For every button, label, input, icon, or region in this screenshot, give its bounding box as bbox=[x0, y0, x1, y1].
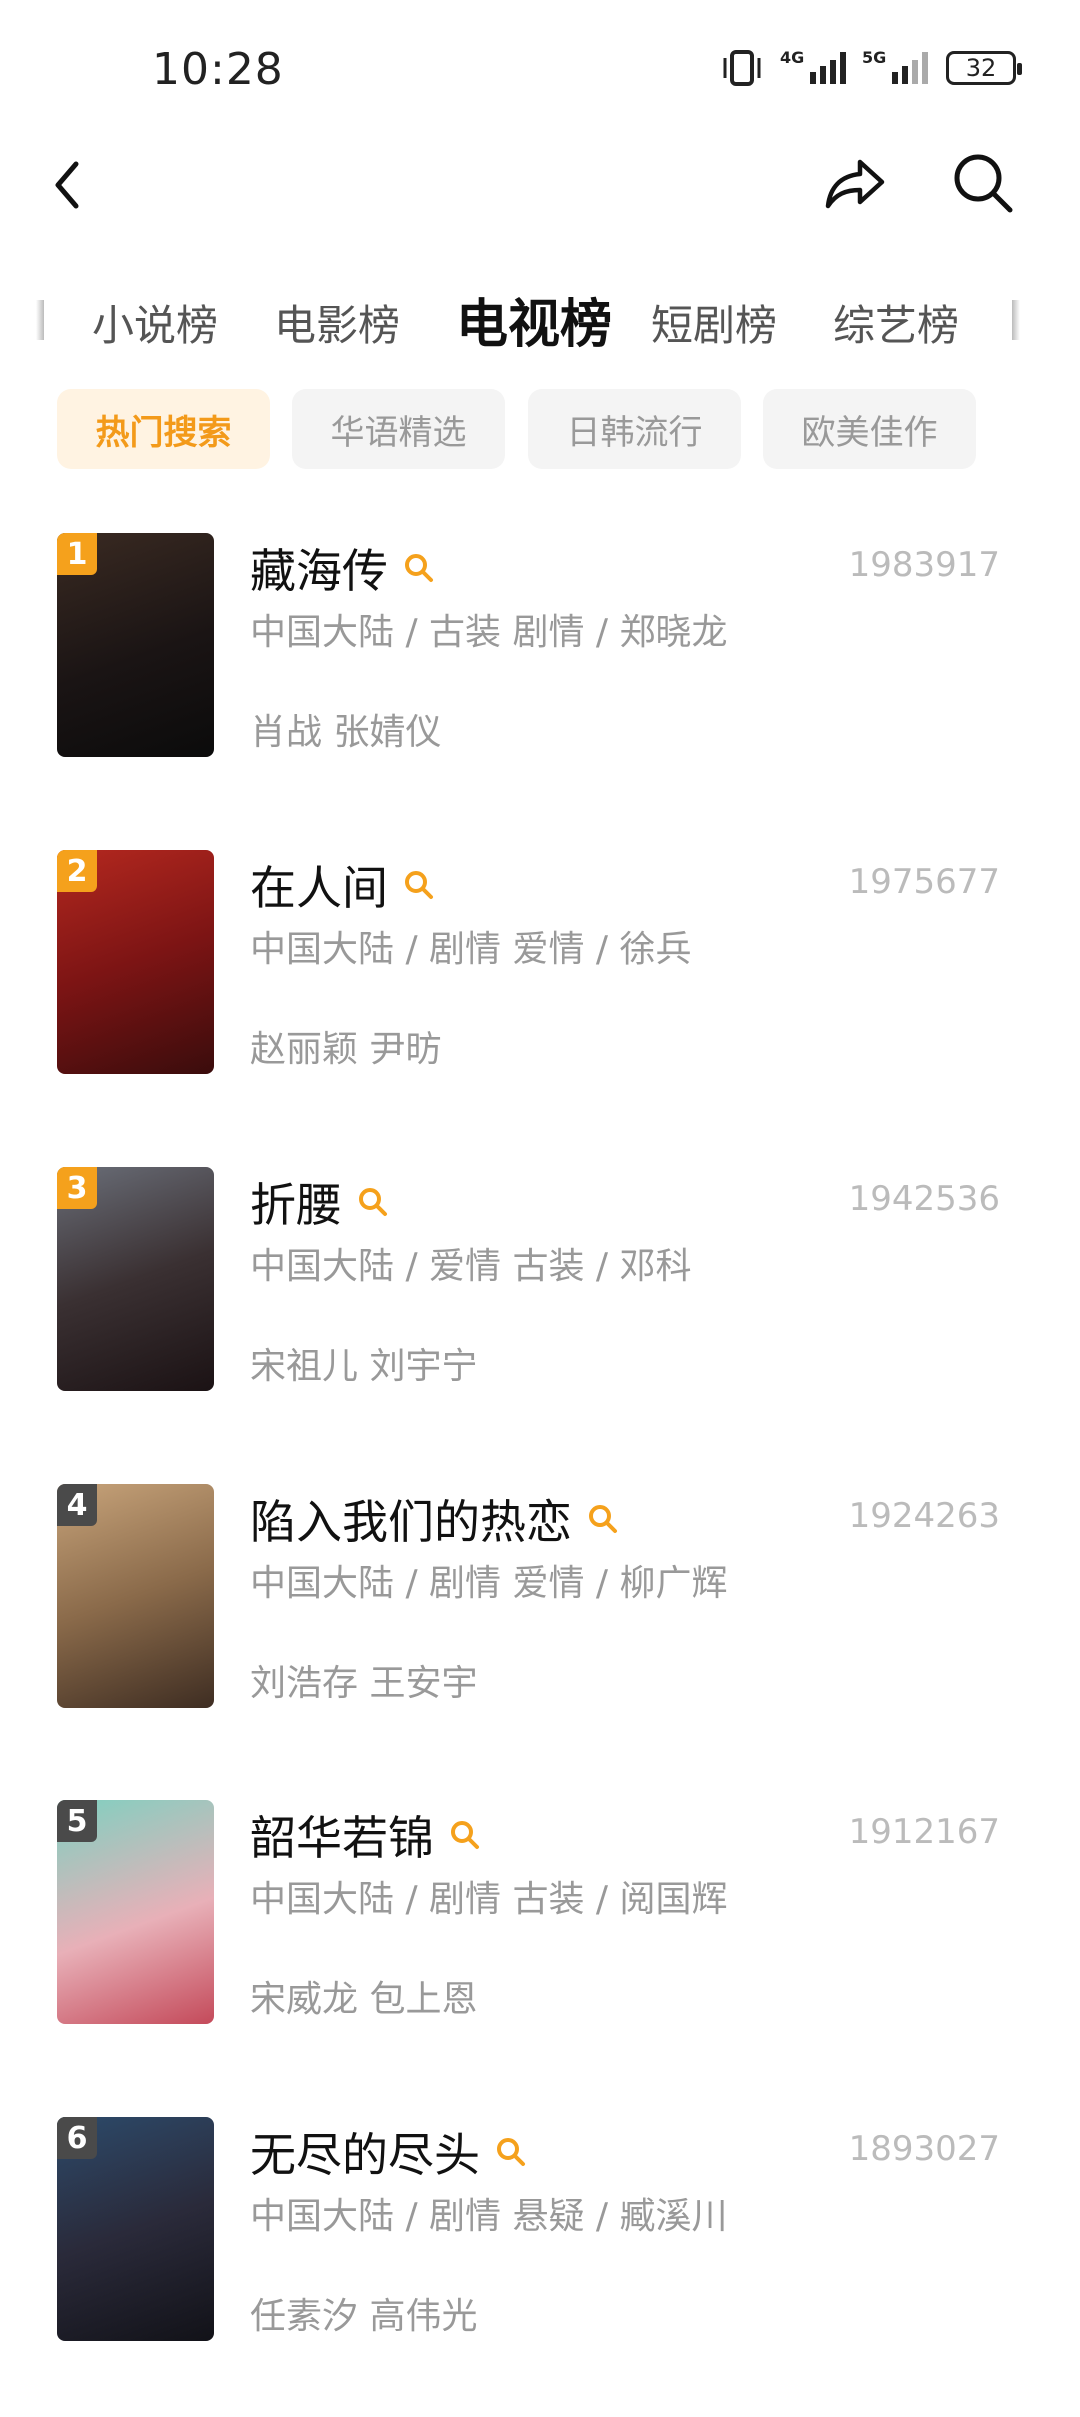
status-time: 10:28 bbox=[152, 44, 284, 95]
cast: 宋祖儿 刘宇宁 bbox=[250, 1346, 478, 1387]
signal-5g-label: 5G bbox=[862, 48, 887, 67]
meta-info: 中国大陆 / 古装 剧情 / 郑晓龙 bbox=[250, 612, 728, 653]
list-item[interactable]: 6 无尽的尽头 1893027 中国大陆 / 剧情 悬疑 / 臧溪川 任素汐 高… bbox=[0, 2117, 1080, 2417]
rank-badge: 3 bbox=[57, 1167, 97, 1209]
battery-level: 32 bbox=[965, 54, 997, 82]
battery-icon: 32 bbox=[946, 51, 1022, 85]
rank-badge: 4 bbox=[57, 1484, 97, 1526]
title: 藏海传 bbox=[250, 544, 388, 598]
title: 无尽的尽头 bbox=[250, 2128, 480, 2182]
back-icon[interactable] bbox=[40, 150, 100, 220]
tab-overflow-left bbox=[36, 300, 44, 340]
tab-novel[interactable]: 小说榜 bbox=[92, 292, 218, 353]
list-item[interactable]: 3 折腰 1942536 中国大陆 / 爱情 古装 / 邓科 宋祖儿 刘宇宁 bbox=[0, 1167, 1080, 1467]
heat-score: 1893027 bbox=[848, 2129, 1000, 2169]
search-icon[interactable] bbox=[494, 2135, 528, 2169]
search-icon[interactable] bbox=[356, 1185, 390, 1219]
signal-4g-icon: 4G bbox=[780, 48, 846, 84]
tab-tv[interactable]: 电视榜 bbox=[456, 282, 612, 357]
search-icon[interactable] bbox=[402, 551, 436, 585]
search-icon[interactable] bbox=[586, 1502, 620, 1536]
list-item[interactable]: 2 在人间 1975677 中国大陆 / 剧情 爱情 / 徐兵 赵丽颖 尹昉 bbox=[0, 850, 1080, 1150]
poster-image: 3 bbox=[57, 1167, 214, 1391]
rank-badge: 5 bbox=[57, 1800, 97, 1842]
meta-info: 中国大陆 / 爱情 古装 / 邓科 bbox=[250, 1246, 692, 1287]
heat-score: 1912167 bbox=[848, 1812, 1000, 1852]
ranking-tabs: 小说榜 电影榜 电视榜 短剧榜 综艺榜 bbox=[0, 270, 1080, 370]
poster-image: 6 bbox=[57, 2117, 214, 2341]
signal-4g-label: 4G bbox=[780, 48, 805, 67]
cast: 任素汐 高伟光 bbox=[250, 2296, 478, 2337]
rank-badge: 1 bbox=[57, 533, 97, 575]
search-icon[interactable] bbox=[402, 868, 436, 902]
status-icons: 4G 5G 32 bbox=[720, 48, 1022, 88]
meta-info: 中国大陆 / 剧情 爱情 / 徐兵 bbox=[250, 929, 692, 970]
title: 折腰 bbox=[250, 1178, 342, 1232]
meta-info: 中国大陆 / 剧情 爱情 / 柳广辉 bbox=[250, 1563, 728, 1604]
search-icon[interactable] bbox=[948, 148, 1018, 218]
chip-western[interactable]: 欧美佳作 bbox=[763, 389, 976, 469]
signal-5g-icon: 5G bbox=[862, 48, 928, 84]
cast: 肖战 张婧仪 bbox=[250, 712, 442, 753]
heat-score: 1942536 bbox=[848, 1179, 1000, 1219]
meta-info: 中国大陆 / 剧情 古装 / 阅国辉 bbox=[250, 1879, 728, 1920]
poster-image: 2 bbox=[57, 850, 214, 1074]
cast: 赵丽颖 尹昉 bbox=[250, 1029, 442, 1070]
heat-score: 1983917 bbox=[848, 545, 1000, 585]
poster-image: 5 bbox=[57, 1800, 214, 2024]
rank-badge: 6 bbox=[57, 2117, 97, 2159]
chip-chinese[interactable]: 华语精选 bbox=[292, 389, 505, 469]
title: 韶华若锦 bbox=[250, 1811, 434, 1865]
header bbox=[0, 140, 1080, 250]
title: 在人间 bbox=[250, 861, 388, 915]
tab-variety[interactable]: 综艺榜 bbox=[833, 292, 959, 353]
search-icon[interactable] bbox=[448, 1818, 482, 1852]
tab-short-drama[interactable]: 短剧榜 bbox=[651, 292, 777, 353]
chip-jp-kr[interactable]: 日韩流行 bbox=[528, 389, 741, 469]
poster-image: 1 bbox=[57, 533, 214, 757]
rank-badge: 2 bbox=[57, 850, 97, 892]
cast: 宋威龙 包上恩 bbox=[250, 1979, 478, 2020]
meta-info: 中国大陆 / 剧情 悬疑 / 臧溪川 bbox=[250, 2196, 728, 2237]
vibrate-icon bbox=[723, 50, 761, 86]
heat-score: 1975677 bbox=[848, 862, 1000, 902]
poster-image: 4 bbox=[57, 1484, 214, 1708]
list-item[interactable]: 1 藏海传 1983917 中国大陆 / 古装 剧情 / 郑晓龙 肖战 张婧仪 bbox=[0, 533, 1080, 833]
heat-score: 1924263 bbox=[848, 1496, 1000, 1536]
tab-movie[interactable]: 电影榜 bbox=[274, 292, 400, 353]
cast: 刘浩存 王安宇 bbox=[250, 1663, 478, 1704]
list-item[interactable]: 4 陷入我们的热恋 1924263 中国大陆 / 剧情 爱情 / 柳广辉 刘浩存… bbox=[0, 1484, 1080, 1784]
chip-hot-search[interactable]: 热门搜索 bbox=[57, 389, 270, 469]
share-icon[interactable] bbox=[820, 148, 890, 218]
tab-overflow-right bbox=[1012, 300, 1020, 340]
title: 陷入我们的热恋 bbox=[250, 1495, 572, 1549]
status-bar: 10:28 4G 5G 32 bbox=[0, 0, 1080, 140]
list-item[interactable]: 5 韶华若锦 1912167 中国大陆 / 剧情 古装 / 阅国辉 宋威龙 包上… bbox=[0, 1800, 1080, 2100]
